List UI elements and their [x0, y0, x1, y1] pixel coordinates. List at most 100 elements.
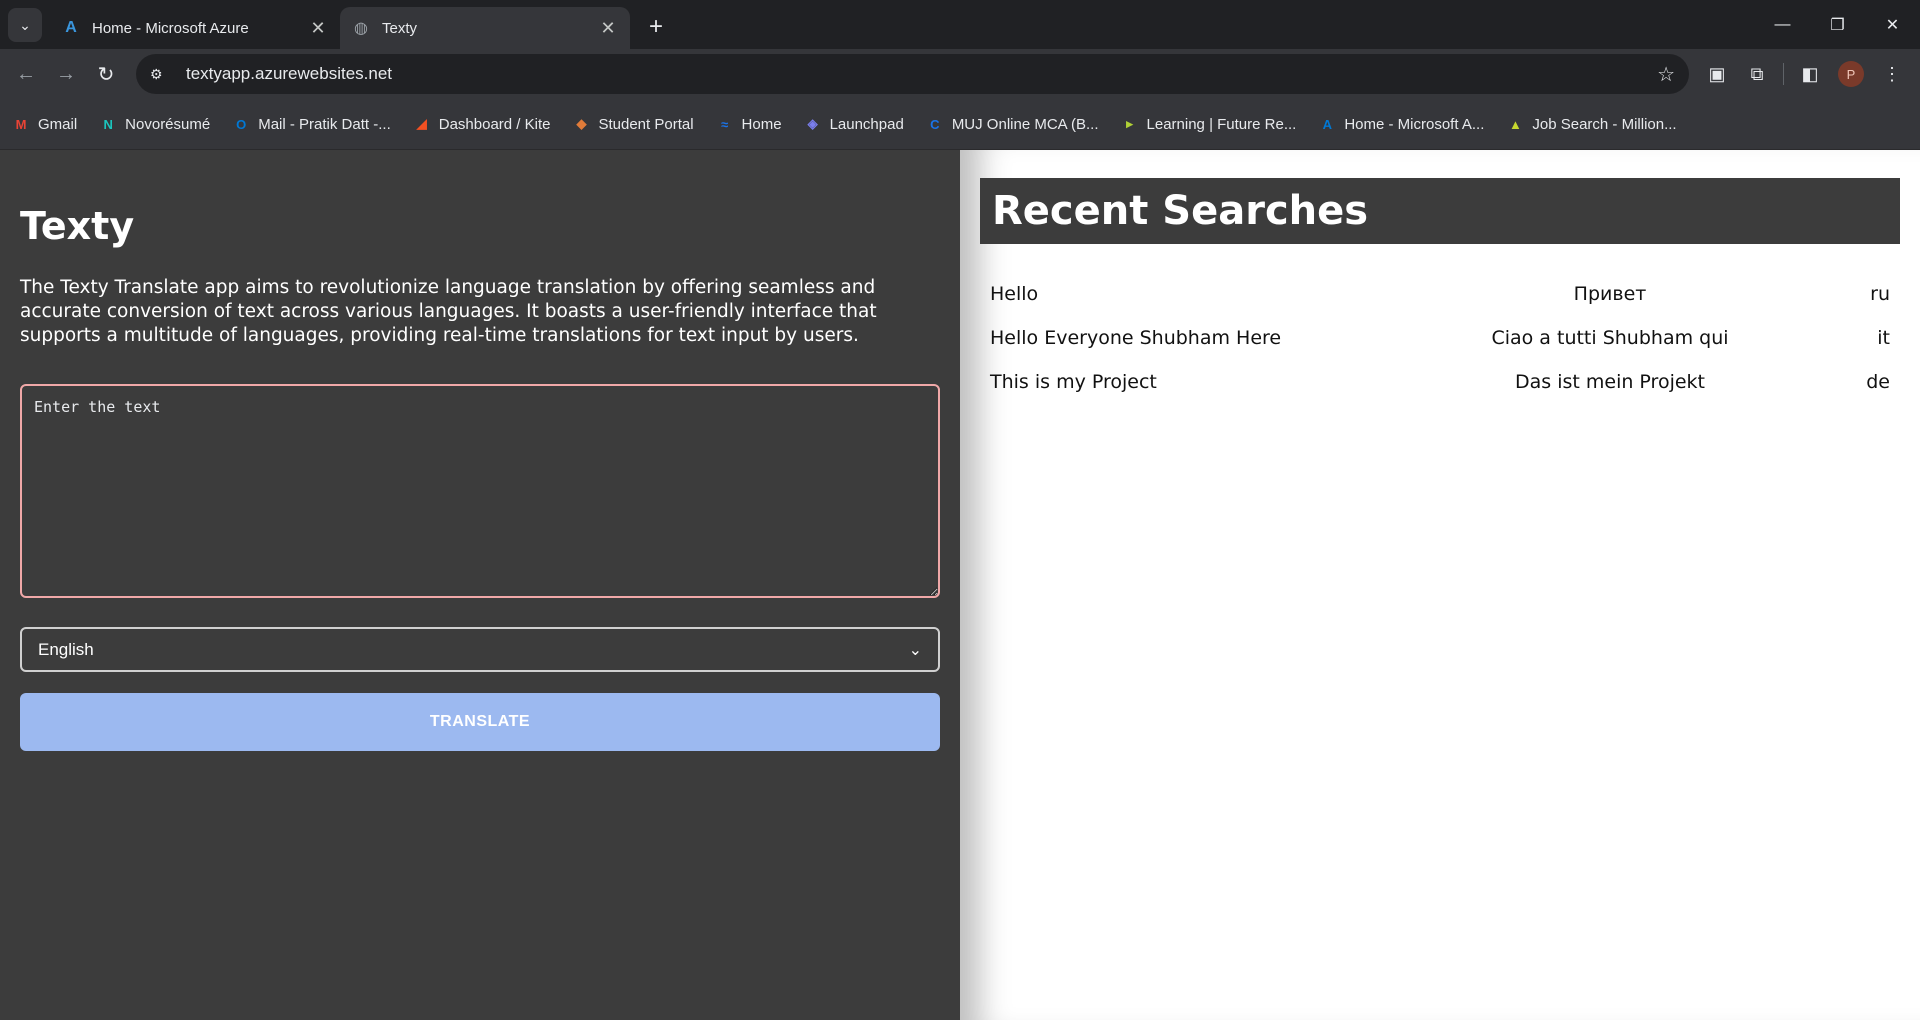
language-code: ru — [1870, 283, 1890, 305]
bookmark-label: Novorésumé — [125, 115, 211, 133]
browser-toolbar: ← → ↻ ⚙ textyapp.azurewebsites.net ☆ ▣ ⧉… — [0, 49, 1920, 99]
bookmark-label: Launchpad — [829, 115, 904, 133]
picture-in-picture-icon: ▣ — [1708, 63, 1726, 84]
bookmark-label: Home - Microsoft A... — [1344, 115, 1485, 133]
bookmarks-bar: M Gmail N Novorésumé O Mail - Pratik Datt -..… — [0, 99, 1920, 150]
student-portal-icon: ◆ — [576, 116, 587, 131]
plus-icon: + — [648, 13, 663, 40]
translated-text: Привет — [1573, 283, 1647, 305]
novoresume-icon: N — [103, 116, 113, 132]
new-tab-button[interactable]: + — [638, 9, 674, 45]
globe-icon: ◍ — [354, 20, 368, 37]
bookmark-item[interactable]: ▸ Learning | Future Re... — [1121, 115, 1297, 133]
bookmark-label: Job Search - Million... — [1532, 115, 1677, 133]
bookmark-item[interactable]: ▲ Job Search - Million... — [1506, 115, 1677, 133]
minimize-button[interactable]: — — [1755, 0, 1810, 49]
puzzle-icon: ⧉ — [1750, 63, 1764, 84]
azure-icon: A — [65, 19, 77, 36]
profile-avatar[interactable]: P — [1838, 61, 1864, 87]
extensions-button[interactable]: ⧉ — [1737, 56, 1777, 92]
bookmark-item[interactable]: ◢ Dashboard / Kite — [413, 115, 551, 133]
source-text: This is my Project — [990, 371, 1157, 393]
translated-text: Das ist mein Projekt — [1515, 371, 1705, 393]
side-panel-button[interactable]: ◧ — [1790, 56, 1830, 92]
tab-title: Texty — [382, 19, 418, 37]
site-info-icon[interactable]: ⚙ — [150, 66, 174, 83]
toolbar-divider — [1783, 63, 1784, 85]
bookmark-label: MUJ Online MCA (B... — [951, 115, 1099, 133]
browser-tab-bar: ⌄ A Home - Microsoft Azure ✕ ◍ Texty ✕ +… — [0, 0, 1920, 49]
learning-icon: ▸ — [1126, 116, 1133, 131]
kite-icon: ◢ — [416, 116, 427, 131]
arrow-left-icon: ← — [16, 62, 36, 85]
chevron-down-icon: ⌄ — [908, 641, 922, 659]
outlook-icon: O — [236, 116, 247, 132]
muj-icon: C — [930, 116, 940, 132]
minimize-icon: — — [1774, 15, 1791, 33]
close-icon: ✕ — [1885, 16, 1900, 34]
tab-texty[interactable]: ◍ Texty ✕ — [340, 7, 630, 49]
list-item[interactable]: Hello Everyone Shubham Here Ciao a tutti… — [980, 316, 1900, 360]
list-item[interactable]: Hello Привет ru — [980, 272, 1900, 316]
bookmark-item[interactable]: O Mail - Pratik Datt -... — [232, 115, 391, 133]
reload-icon: ↻ — [97, 63, 115, 86]
bookmark-item[interactable]: ◈ Launchpad — [804, 115, 904, 133]
address-bar[interactable]: ⚙ textyapp.azurewebsites.net ☆ — [136, 54, 1689, 94]
language-code: it — [1877, 327, 1890, 349]
tab-title: Home - Microsoft Azure — [92, 19, 249, 37]
media-button[interactable]: ▣ — [1697, 56, 1737, 92]
bookmark-item[interactable]: ≈ Home — [716, 115, 782, 133]
text-input[interactable] — [20, 384, 940, 598]
url-text[interactable]: textyapp.azurewebsites.net — [186, 64, 1657, 84]
translated-text: Ciao a tutti Shubham qui — [1491, 327, 1729, 349]
bookmark-item[interactable]: N Novorésumé — [99, 115, 210, 133]
source-text: Hello — [990, 283, 1039, 305]
close-icon[interactable]: ✕ — [598, 18, 618, 38]
translate-button[interactable]: TRANSLATE — [20, 693, 940, 751]
translator-panel: Texty The Texty Translate app aims to re… — [0, 150, 960, 1020]
bookmark-label: Learning | Future Re... — [1146, 115, 1297, 133]
launchpad-icon: ◈ — [807, 116, 818, 131]
recent-searches-header: Recent Searches — [980, 178, 1900, 244]
app-title: Texty — [20, 204, 135, 248]
azure-icon: A — [1322, 116, 1333, 132]
star-icon[interactable]: ☆ — [1657, 62, 1675, 87]
menu-button[interactable]: ⋮ — [1872, 56, 1912, 92]
recent-searches-title: Recent Searches — [992, 188, 1369, 234]
source-text: Hello Everyone Shubham Here — [990, 327, 1282, 349]
bookmark-label: Gmail — [38, 115, 78, 133]
bookmark-item[interactable]: A Home - Microsoft A... — [1318, 115, 1485, 133]
restore-icon: ❐ — [1830, 16, 1845, 34]
arrow-right-icon: → — [56, 62, 76, 85]
recent-searches-panel: Recent Searches Hello Привет ru Hello Ev… — [960, 150, 1920, 1020]
home-wave-icon: ≈ — [720, 116, 729, 132]
close-window-button[interactable]: ✕ — [1865, 0, 1920, 49]
close-icon[interactable]: ✕ — [308, 18, 328, 38]
side-panel-icon: ◧ — [1801, 63, 1819, 84]
restore-button[interactable]: ❐ — [1810, 0, 1865, 49]
bookmark-label: Home — [741, 115, 782, 133]
page-content: Texty The Texty Translate app aims to re… — [0, 150, 1920, 1020]
app-description: The Texty Translate app aims to revoluti… — [20, 277, 877, 346]
language-select[interactable]: English ⌄ — [20, 627, 940, 672]
tab-search-button[interactable]: ⌄ — [8, 8, 42, 42]
more-vert-icon: ⋮ — [1883, 63, 1901, 84]
selected-language: English — [38, 639, 94, 659]
bookmark-label: Student Portal — [598, 115, 694, 133]
bookmark-label: Dashboard / Kite — [438, 115, 551, 133]
bookmark-item[interactable]: ◆ Student Portal — [572, 115, 693, 133]
language-code: de — [1866, 371, 1890, 393]
reload-button[interactable]: ↻ — [88, 56, 124, 92]
tab-azure[interactable]: A Home - Microsoft Azure ✕ — [50, 7, 340, 49]
chevron-down-icon: ⌄ — [19, 16, 31, 33]
list-item[interactable]: This is my Project Das ist mein Projekt … — [980, 360, 1900, 404]
window-controls: — ❐ ✕ — [1755, 0, 1920, 49]
recent-searches-list: Hello Привет ru Hello Everyone Shubham H… — [980, 272, 1900, 404]
gmail-icon: M — [15, 116, 27, 132]
bookmark-item[interactable]: M Gmail — [12, 115, 78, 133]
job-search-icon: ▲ — [1508, 116, 1522, 132]
bookmark-label: Mail - Pratik Datt -... — [258, 115, 391, 133]
bookmark-item[interactable]: C MUJ Online MCA (B... — [926, 115, 1099, 133]
back-button[interactable]: ← — [8, 56, 44, 92]
forward-button[interactable]: → — [48, 56, 84, 92]
